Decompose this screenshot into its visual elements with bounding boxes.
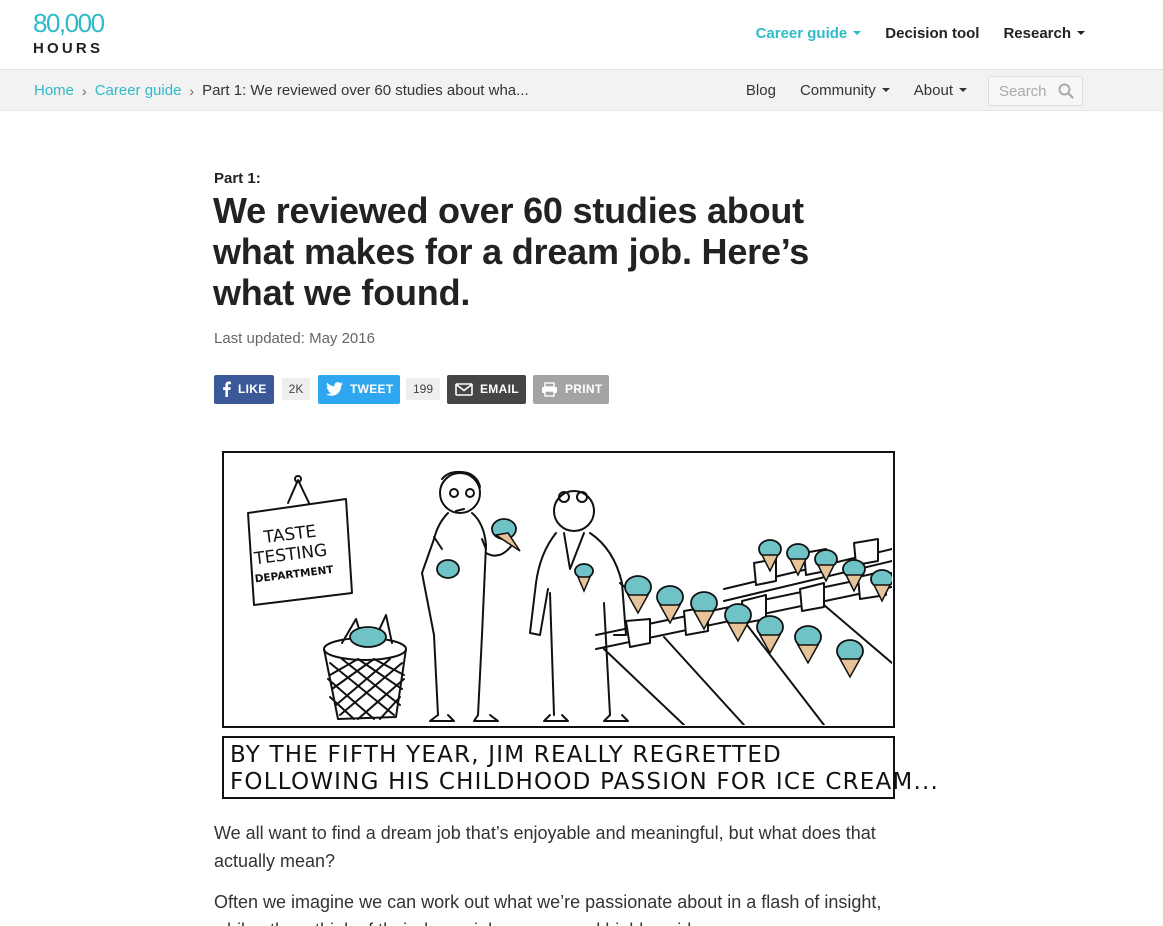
comic-illustration: TASTE TESTING DEPARTMENT BY THE FIFTH YE… [222,451,940,799]
chevron-down-icon [1077,30,1085,35]
breadcrumb-current: Part 1: We reviewed over 60 studies abou… [202,82,529,99]
caption-line-2: FOLLOWING HIS CHILDHOOD PASSION FOR ICE … [230,769,940,795]
search-icon[interactable] [1058,83,1074,99]
nav-career-guide[interactable]: Career guide [756,25,862,42]
comic-caption: BY THE FIFTH YEAR, JIM REALLY REGRETTED … [222,736,940,799]
breadcrumb: Home › Career guide › Part 1: We reviewe… [34,82,529,99]
nav-decision-tool[interactable]: Decision tool [885,25,979,42]
email-label: EMAIL [480,382,519,396]
nav-career-guide-label: Career guide [755,24,848,42]
chevron-down-icon [853,30,862,35]
facebook-icon [222,381,231,397]
site-header: 80,000 HOURS Career guide Decision tool … [0,0,1163,70]
article-kicker: Part 1: [214,170,261,187]
logo-word: HOURS [33,40,104,57]
nav-community-label: Community [799,82,876,99]
breadcrumb-home[interactable]: Home [34,82,74,99]
site-logo[interactable]: 80,000 HOURS [33,9,113,59]
like-count: 2K [282,378,310,400]
tweet-button[interactable]: TWEET [318,374,400,404]
nav-about-label: About [913,82,953,99]
nav-research-label: Research [1003,24,1071,42]
like-label: LIKE [238,382,267,396]
tweet-label: TWEET [350,382,394,396]
comic-drawing: TASTE TESTING DEPARTMENT [247,470,892,725]
search-input[interactable] [989,77,1059,105]
page-title: We reviewed over 60 studies about what m… [213,190,810,313]
intro-paragraph: We all want to find a dream job that’s e… [214,823,876,871]
nav-decision-tool-label: Decision tool [885,24,980,42]
facebook-like-button[interactable]: LIKE [214,374,274,404]
nav-blog[interactable]: Blog [746,82,776,99]
nav-about[interactable]: About [914,82,967,99]
chevron-down-icon [881,88,890,93]
nav-community[interactable]: Community [800,82,890,99]
print-label: PRINT [565,382,603,396]
sub-bar: Home › Career guide › Part 1: We reviewe… [0,70,1163,111]
envelope-icon [455,382,473,396]
main-nav: Career guide Decision tool Research [756,22,1085,44]
printer-icon [541,381,558,397]
last-updated: Last updated: May 2016 [214,330,375,347]
email-button[interactable]: EMAIL [447,374,526,404]
print-button[interactable]: PRINT [533,374,609,404]
chevron-right-icon: › [82,82,87,99]
chevron-right-icon: › [189,82,195,99]
search-box [988,76,1083,106]
breadcrumb-career-guide[interactable]: Career guide [95,82,182,99]
second-paragraph: Often we imagine we can work out what we… [214,892,882,926]
share-bar: LIKE 2K TWEET 199 EMAIL PRINT [214,374,609,404]
caption-line-1: BY THE FIFTH YEAR, JIM REALLY REGRETTED [230,742,782,768]
twitter-icon [326,382,343,396]
chevron-down-icon [959,88,967,93]
tweet-count: 199 [406,378,440,400]
nav-blog-label: Blog [745,82,776,99]
logo-number: 80,000 [33,8,105,38]
comic-panel: TASTE TESTING DEPARTMENT [222,451,895,728]
secondary-nav: Blog Community About [746,82,967,99]
nav-research[interactable]: Research [1003,25,1085,42]
